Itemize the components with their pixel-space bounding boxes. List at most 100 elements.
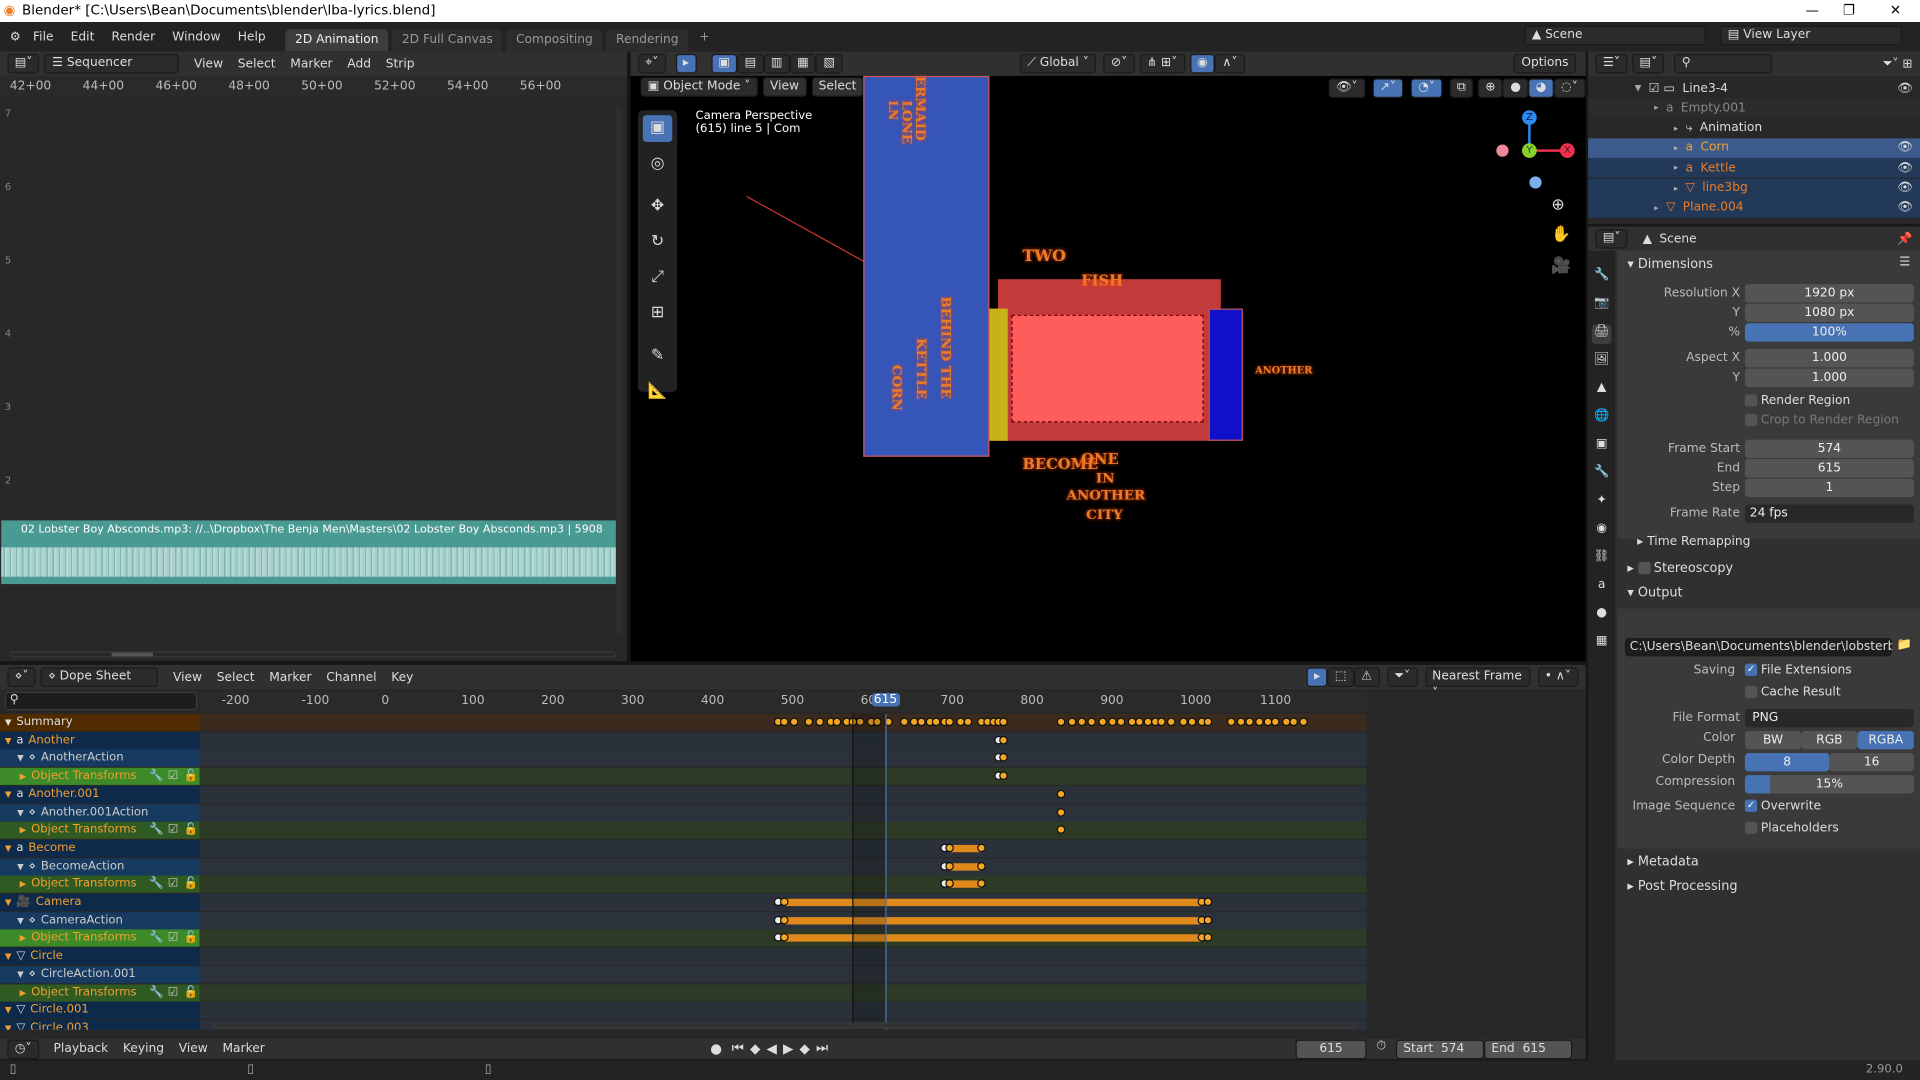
camera-view-icon[interactable]: 🎥 bbox=[1551, 257, 1571, 275]
xray-icon[interactable]: ⧉ bbox=[1449, 78, 1474, 98]
expand-arrow-icon[interactable]: ▼ bbox=[17, 754, 24, 764]
frame-start-field[interactable]: 574 bbox=[1744, 439, 1914, 458]
eye-icon[interactable]: 👁 bbox=[1897, 201, 1913, 214]
record-icon[interactable]: ● bbox=[710, 1040, 722, 1056]
jump-end-icon[interactable]: ⏭ bbox=[816, 1040, 828, 1057]
material-shading-icon[interactable]: ◕ bbox=[1528, 78, 1554, 98]
keyframe[interactable] bbox=[1097, 717, 1107, 727]
menu-view[interactable]: View bbox=[179, 1042, 208, 1055]
keyframe[interactable] bbox=[804, 717, 813, 727]
snap-icon[interactable]: ⋔ ⊞˅ bbox=[1139, 53, 1185, 74]
dimensions-panel-header[interactable]: ▾ Dimensions bbox=[1627, 257, 1713, 272]
wrench-icon[interactable]: 🔧 bbox=[149, 876, 164, 893]
only-selected-icon[interactable]: ▸ bbox=[1306, 667, 1328, 687]
channel-action[interactable]: ▼ ⋄ CameraAction bbox=[0, 911, 200, 930]
menu-file[interactable]: File bbox=[33, 30, 53, 43]
constraints-tab-icon[interactable]: ⛓ bbox=[1592, 550, 1612, 570]
transform-icon[interactable]: ⊞ bbox=[643, 300, 672, 327]
options-button[interactable]: Options bbox=[1513, 53, 1576, 74]
keyframe[interactable] bbox=[1056, 717, 1066, 727]
jump-start-icon[interactable]: ⏮ bbox=[732, 1040, 744, 1057]
channel-group[interactable]: ▶ Object Transforms 🔧 ☑ 🔓 bbox=[0, 983, 200, 1002]
outliner-item[interactable]: ▼ ☑ ▭ Line3-4 👁 bbox=[1588, 78, 1920, 98]
pivot-icon[interactable]: ⊘˅ bbox=[1103, 53, 1135, 74]
menu-add[interactable]: Add bbox=[347, 57, 371, 70]
select-invert-icon[interactable]: ▦ bbox=[789, 53, 817, 74]
gizmo-z-button[interactable]: Z bbox=[1522, 110, 1537, 125]
channel-group[interactable]: ▶ Object Transforms 🔧 ☑ 🔓 bbox=[0, 767, 200, 786]
resolution-y-field[interactable]: 1080 px bbox=[1744, 303, 1914, 323]
close-button[interactable]: ✕ bbox=[1877, 0, 1914, 22]
cache-result[interactable]: Cache Result bbox=[1744, 685, 1841, 699]
wrench-icon[interactable]: 🔧 bbox=[149, 930, 164, 947]
expand-arrow-icon[interactable]: ▶ bbox=[20, 988, 27, 998]
file-extensions-checkbox[interactable]: ✓ bbox=[1744, 663, 1758, 676]
output-tab-icon[interactable]: 🖨 bbox=[1591, 324, 1612, 345]
play-icon[interactable]: ▶ bbox=[783, 1040, 793, 1056]
select-box-icon[interactable]: ▣ bbox=[642, 115, 673, 143]
menu-render[interactable]: Render bbox=[112, 30, 156, 43]
cache-result-checkbox[interactable] bbox=[1744, 685, 1758, 698]
keyframe[interactable] bbox=[780, 915, 789, 925]
data-tab-icon[interactable]: a bbox=[1592, 578, 1612, 598]
select-intersect-icon[interactable]: ▧ bbox=[816, 53, 843, 74]
keyframe[interactable] bbox=[945, 843, 955, 853]
color-depth-option[interactable]: 8 bbox=[1744, 753, 1830, 772]
stopwatch-icon[interactable]: ⏱ bbox=[1376, 1040, 1386, 1053]
outliner-item[interactable]: ▸ ⤷ Animation bbox=[1588, 118, 1920, 138]
display-mode-button[interactable]: ▤˅ bbox=[1632, 53, 1665, 74]
physics-tab-icon[interactable]: ◉ bbox=[1592, 522, 1612, 542]
expand-arrow-icon[interactable]: ▸ bbox=[1674, 183, 1678, 193]
gizmo-y-button[interactable]: Y bbox=[1522, 143, 1537, 158]
menu-select[interactable]: Select bbox=[238, 57, 276, 70]
resolution-percentage-field[interactable]: 100% bbox=[1744, 323, 1914, 342]
overlay-icon[interactable]: ◔˅ bbox=[1410, 78, 1443, 98]
keyframe[interactable] bbox=[1067, 717, 1077, 727]
mute-checkbox-icon[interactable]: ☑ bbox=[168, 822, 178, 839]
annotate-icon[interactable]: ✎ bbox=[643, 343, 672, 370]
gizmo-neg-x[interactable] bbox=[1496, 144, 1509, 157]
menu-view[interactable]: View bbox=[173, 670, 202, 683]
mute-checkbox-icon[interactable]: ☑ bbox=[168, 930, 178, 947]
expand-arrow-icon[interactable]: ▶ bbox=[20, 880, 27, 890]
channel-object[interactable]: ▼ a Another bbox=[0, 731, 200, 750]
material-tab-icon[interactable]: ● bbox=[1592, 606, 1612, 626]
gizmo-icon[interactable]: ↗˅ bbox=[1372, 78, 1404, 98]
color-option-rgb[interactable]: RGB bbox=[1801, 731, 1858, 750]
render-region-checkbox[interactable] bbox=[1744, 394, 1758, 407]
expand-arrow-icon[interactable]: ▼ bbox=[17, 862, 24, 872]
play-reverse-icon[interactable]: ◀ bbox=[767, 1040, 777, 1056]
proportional-edit-icon[interactable]: ◉ bbox=[1189, 53, 1216, 74]
lock-icon[interactable]: 🔓 bbox=[184, 768, 199, 785]
wrench-icon[interactable]: 🔧 bbox=[149, 984, 164, 1001]
output-path-field[interactable]: C:\Users\Bean\Documents\blender\lobsterb… bbox=[1624, 637, 1892, 657]
resolution-x-field[interactable]: 1920 px bbox=[1744, 284, 1914, 303]
frame-end-field[interactable]: 615 bbox=[1744, 459, 1914, 478]
minimize-button[interactable]: — bbox=[1794, 0, 1831, 22]
menu-help[interactable]: Help bbox=[238, 30, 266, 43]
aspect-x-field[interactable]: 1.000 bbox=[1744, 348, 1914, 368]
channel-object[interactable]: ▼ ▽ Circle.003 bbox=[0, 1019, 200, 1030]
solid-shading-icon[interactable]: ● bbox=[1502, 78, 1529, 98]
time-remapping-header[interactable]: ▸ Time Remapping bbox=[1637, 535, 1750, 548]
menu-view[interactable]: View bbox=[762, 77, 807, 97]
wrench-icon[interactable]: 🔧 bbox=[149, 768, 164, 785]
move-icon[interactable]: ✥ bbox=[643, 193, 672, 220]
particles-tab-icon[interactable]: ✦ bbox=[1592, 493, 1612, 513]
output-panel-header[interactable]: ▾ Output bbox=[1627, 585, 1682, 600]
gizmo-neg-z[interactable] bbox=[1529, 176, 1542, 189]
expand-arrow-icon[interactable]: ▼ bbox=[5, 1006, 12, 1016]
expand-arrow-icon[interactable]: ▸ bbox=[1674, 143, 1678, 153]
keyframe[interactable] bbox=[945, 861, 955, 871]
placeholders[interactable]: Placeholders bbox=[1744, 821, 1839, 835]
tab-workspace[interactable]: 2D Animation bbox=[285, 29, 389, 52]
presets-icon[interactable]: ☰ bbox=[1899, 256, 1910, 269]
menu-marker[interactable]: Marker bbox=[290, 57, 332, 70]
keyframe[interactable] bbox=[1203, 915, 1212, 925]
outliner-item[interactable]: ▸ a Kettle 👁 bbox=[1588, 158, 1920, 178]
editor-type-button[interactable]: ▤˅ bbox=[1595, 228, 1628, 249]
channel-action[interactable]: ▼ ⋄ AnotherAction bbox=[0, 749, 200, 768]
keyframe[interactable] bbox=[1107, 717, 1117, 727]
scale-icon[interactable]: ⤢ bbox=[643, 264, 672, 291]
expand-arrow-icon[interactable]: ▶ bbox=[20, 772, 27, 782]
